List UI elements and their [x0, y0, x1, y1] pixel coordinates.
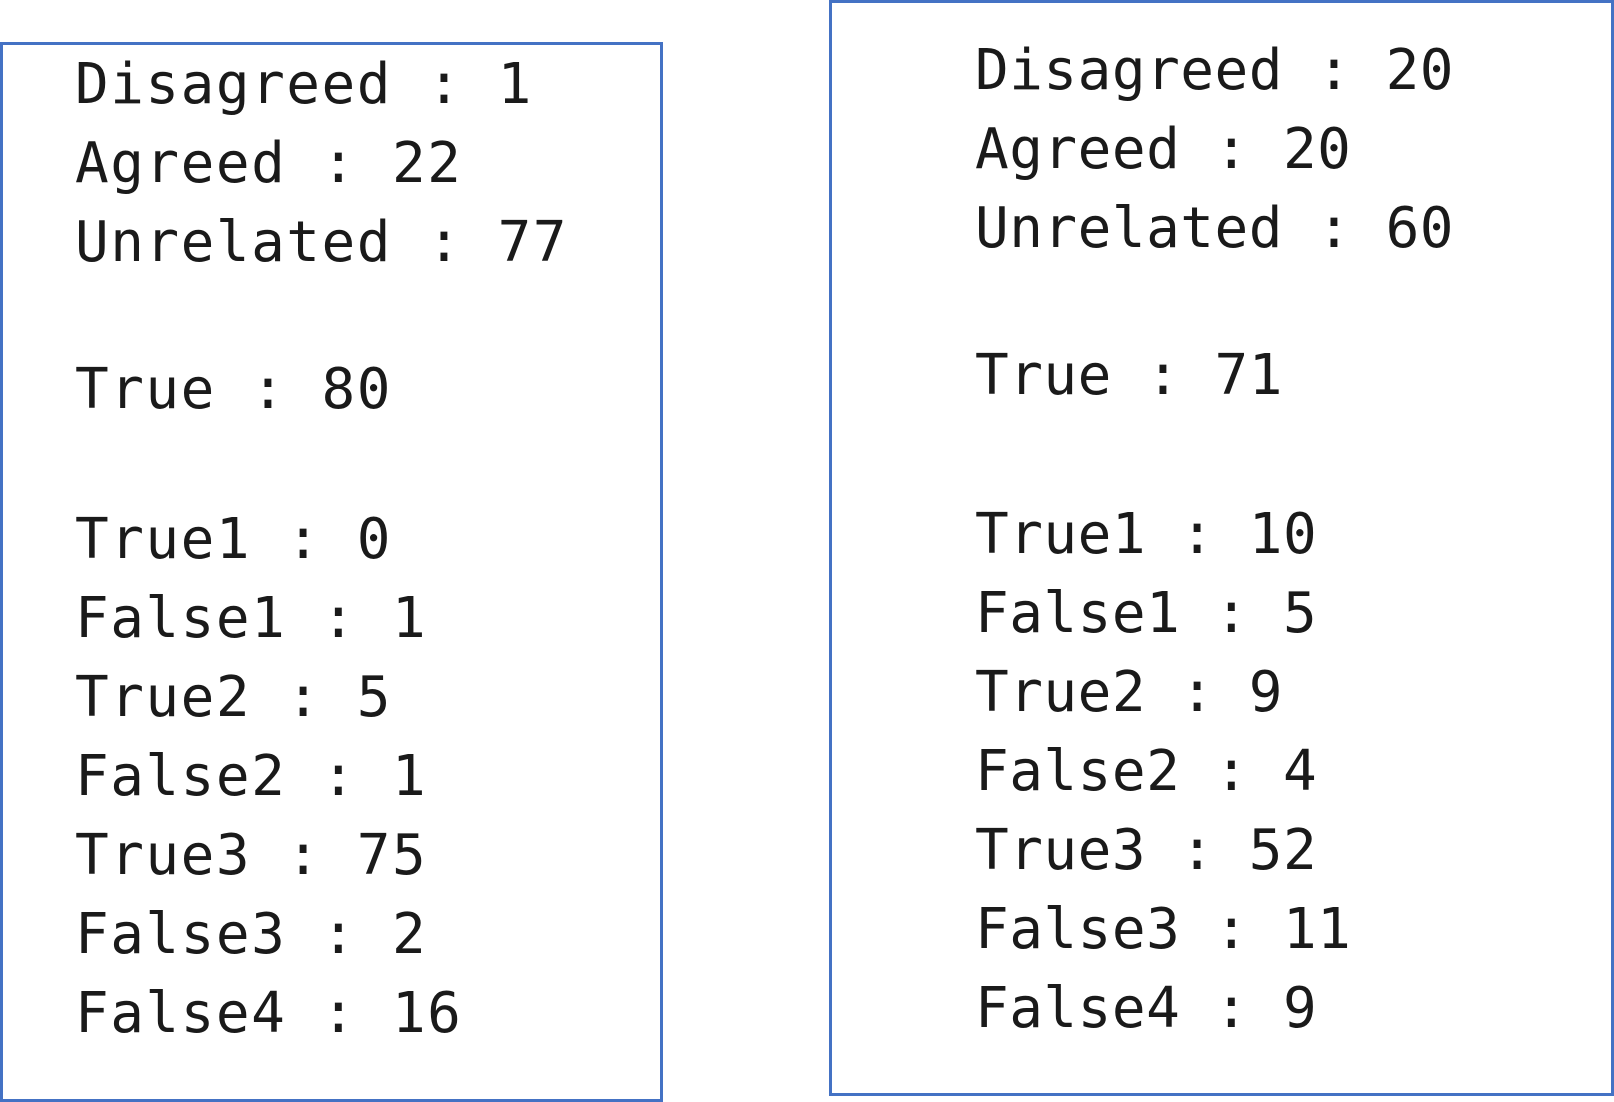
stat-value: 11	[1282, 897, 1352, 962]
stat-value: 22	[391, 131, 463, 196]
stat-line-true-total: True : 80	[75, 350, 392, 429]
stat-label: True	[975, 343, 1112, 408]
left-results-panel: Disagreed : 1 Agreed : 22 Unrelated : 77…	[0, 42, 663, 1102]
stat-line-true-total: True : 71	[975, 336, 1283, 415]
stat-label: Agreed	[75, 131, 287, 196]
separator: :	[1180, 976, 1283, 1041]
stat-line-false3: False3 : 11	[975, 890, 1351, 969]
stat-line-disagreed: Disagreed : 20	[975, 31, 1454, 110]
stat-value: 71	[1214, 343, 1283, 408]
stat-value: 1	[391, 744, 428, 809]
stat-line-false4: False4 : 16	[75, 974, 462, 1053]
stat-value: 80	[321, 357, 392, 422]
stat-label: False4	[75, 981, 287, 1046]
stat-label: False2	[975, 739, 1181, 804]
separator: :	[391, 210, 498, 275]
separator: :	[1146, 502, 1249, 567]
total-group: True : 71	[975, 336, 1283, 415]
stat-value: 9	[1248, 660, 1283, 725]
separator: :	[1180, 581, 1283, 646]
separator: :	[251, 507, 357, 572]
stat-value: 1	[497, 52, 533, 117]
stat-line-true3: True3 : 52	[975, 811, 1351, 890]
stat-line-false1: False1 : 1	[75, 579, 462, 658]
separator: :	[251, 665, 357, 730]
stat-value: 9	[1282, 976, 1318, 1041]
stat-line-false3: False3 : 2	[75, 895, 462, 974]
separator: :	[1146, 818, 1249, 883]
stat-value: 10	[1248, 502, 1318, 567]
stat-value: 2	[391, 902, 428, 967]
separator: :	[1180, 739, 1283, 804]
separator: :	[286, 586, 392, 651]
stat-label: Disagreed	[975, 38, 1283, 103]
right-results-panel: Disagreed : 20 Agreed : 20 Unrelated : 6…	[829, 0, 1614, 1096]
stat-value: 20	[1282, 117, 1352, 182]
separator: :	[1146, 660, 1249, 725]
stat-line-agreed: Agreed : 22	[75, 124, 568, 203]
stat-value: 1	[391, 586, 428, 651]
stat-value: 5	[356, 665, 392, 730]
stat-line-true1: True1 : 0	[75, 500, 462, 579]
stat-line-agreed: Agreed : 20	[975, 110, 1454, 189]
stat-label: Unrelated	[75, 210, 392, 275]
separator: :	[1180, 897, 1283, 962]
stat-label: True2	[975, 660, 1147, 725]
stat-line-false2: False2 : 1	[75, 737, 462, 816]
stat-line-true2: True2 : 5	[75, 658, 462, 737]
stat-value: 20	[1385, 38, 1455, 103]
stat-value: 77	[497, 210, 569, 275]
stat-line-false4: False4 : 9	[975, 969, 1351, 1048]
stat-line-true1: True1 : 10	[975, 495, 1351, 574]
stat-line-unrelated: Unrelated : 77	[75, 203, 568, 282]
stat-value: 5	[1282, 581, 1318, 646]
stat-value: 4	[1282, 739, 1318, 804]
stat-line-true3: True3 : 75	[75, 816, 462, 895]
separator: :	[251, 823, 357, 888]
stat-label: True3	[75, 823, 252, 888]
separator: :	[1180, 117, 1283, 182]
stat-label: False4	[975, 976, 1181, 1041]
details-group: True1 : 10 False1 : 5 True2 : 9 False2 :…	[975, 495, 1351, 1048]
stat-value: 0	[356, 507, 392, 572]
stat-label: True3	[975, 818, 1147, 883]
stat-label: True2	[75, 665, 252, 730]
stat-label: Disagreed	[75, 52, 392, 117]
stat-line-false2: False2 : 4	[975, 732, 1351, 811]
total-group: True : 80	[75, 350, 392, 429]
stat-label: False3	[975, 897, 1181, 962]
stat-label: True1	[975, 502, 1147, 567]
stat-line-false1: False1 : 5	[975, 574, 1351, 653]
stat-label: Unrelated	[975, 196, 1283, 261]
stat-value: 60	[1385, 196, 1455, 261]
stat-label: False1	[75, 586, 287, 651]
stat-label: False2	[75, 744, 287, 809]
separator: :	[1282, 38, 1386, 103]
stat-line-true2: True2 : 9	[975, 653, 1351, 732]
separator: :	[1282, 196, 1386, 261]
separator: :	[286, 744, 392, 809]
separator: :	[1111, 343, 1215, 408]
stat-label: False3	[75, 902, 287, 967]
separator: :	[286, 902, 392, 967]
stat-label: True	[75, 357, 216, 422]
stat-label: Agreed	[975, 117, 1181, 182]
stat-value: 16	[391, 981, 463, 1046]
summary-group: Disagreed : 1 Agreed : 22 Unrelated : 77	[75, 45, 568, 282]
stat-label: True1	[75, 507, 252, 572]
summary-group: Disagreed : 20 Agreed : 20 Unrelated : 6…	[975, 31, 1454, 268]
stat-value: 52	[1248, 818, 1318, 883]
stat-value: 75	[356, 823, 428, 888]
stat-line-disagreed: Disagreed : 1	[75, 45, 568, 124]
separator: :	[215, 357, 322, 422]
stat-label: False1	[975, 581, 1181, 646]
details-group: True1 : 0 False1 : 1 True2 : 5 False2 : …	[75, 500, 462, 1053]
separator: :	[286, 131, 392, 196]
separator: :	[391, 52, 498, 117]
stat-line-unrelated: Unrelated : 60	[975, 189, 1454, 268]
separator: :	[286, 981, 392, 1046]
